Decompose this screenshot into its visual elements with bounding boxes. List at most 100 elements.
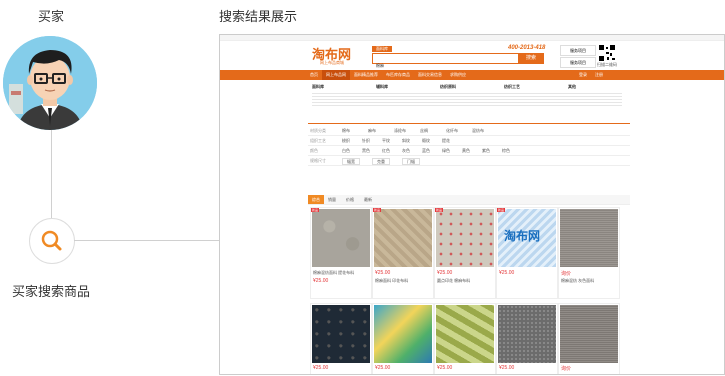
filter-option[interactable]: 黑色 bbox=[362, 148, 370, 153]
filter-option[interactable]: 针织 bbox=[362, 138, 370, 143]
filter-option[interactable]: 化纤布 bbox=[446, 128, 458, 133]
sort-tab-new[interactable]: 最新 bbox=[364, 197, 372, 202]
filter-option[interactable]: 灰色 bbox=[402, 148, 410, 153]
filter-option[interactable]: 缎纹 bbox=[422, 138, 430, 143]
search-input[interactable]: 棉麻 bbox=[372, 53, 520, 68]
product-card[interactable]: 新品 ¥25.00 棉麻面料 印花布料 bbox=[372, 207, 434, 299]
filter-option[interactable]: 丝绸 bbox=[420, 128, 428, 133]
filter-option[interactable]: 斜纹 bbox=[402, 138, 410, 143]
product-price: 询价 bbox=[561, 366, 572, 372]
search-input-value: 棉麻 bbox=[376, 63, 384, 68]
sort-tab-default[interactable]: 综合 bbox=[308, 195, 324, 204]
top-utility-bar bbox=[220, 35, 724, 41]
category-head-1[interactable]: 面料库 bbox=[312, 84, 324, 89]
filter-option[interactable]: 棉布 bbox=[342, 128, 350, 133]
filter-select[interactable]: 克重 bbox=[372, 158, 390, 165]
nav-item-featured[interactable]: 面料精品推荐 bbox=[350, 70, 382, 80]
product-image[interactable] bbox=[436, 209, 494, 267]
product-image[interactable] bbox=[560, 305, 618, 363]
service-link-1[interactable]: 服务项目 bbox=[560, 45, 596, 56]
nav-item-purchase[interactable]: 求购供应 bbox=[446, 70, 470, 80]
product-image[interactable] bbox=[374, 305, 432, 363]
connector-line-vertical bbox=[51, 130, 52, 218]
search-step-circle bbox=[29, 218, 75, 264]
buyer-avatar bbox=[3, 36, 97, 130]
filter-option[interactable]: 涤纶布 bbox=[394, 128, 406, 133]
product-price: ¥25.00 bbox=[499, 365, 515, 371]
product-image[interactable] bbox=[374, 209, 432, 267]
filter-option[interactable]: 提花 bbox=[442, 138, 450, 143]
nav-item-trade[interactable]: 面料交易信息 bbox=[414, 70, 446, 80]
product-price: ¥25.00 bbox=[375, 365, 391, 371]
nav-item-home[interactable]: 首页 bbox=[306, 70, 322, 80]
product-card[interactable]: 新品 棉麻混纺面料 提花布料 ¥25.00 bbox=[310, 207, 372, 299]
avatar-icon bbox=[3, 36, 97, 130]
filter-option[interactable]: 梭织 bbox=[342, 138, 350, 143]
product-card[interactable]: 淘布网 新品 ¥25.00 bbox=[496, 207, 558, 299]
filter-option[interactable]: 白色 bbox=[342, 148, 350, 153]
search-step-label: 买家搜索商品 bbox=[12, 284, 91, 299]
new-badge: 新品 bbox=[311, 208, 320, 212]
filter-header bbox=[308, 117, 630, 124]
filter-select[interactable]: 幅宽 bbox=[342, 158, 360, 165]
product-card[interactable]: ¥25.00 bbox=[434, 303, 496, 374]
product-name[interactable]: 圆点印花 棉麻布料 bbox=[437, 278, 493, 283]
filter-option[interactable]: 红色 bbox=[382, 148, 390, 153]
nav-item-market[interactable]: 网上布品网 bbox=[322, 70, 350, 80]
filter-select[interactable]: 门幅 bbox=[402, 158, 420, 165]
product-image[interactable] bbox=[436, 305, 494, 363]
new-badge: 新品 bbox=[373, 208, 382, 212]
new-badge: 新品 bbox=[497, 208, 506, 212]
hotline-number: 400-2013-418 bbox=[508, 45, 546, 51]
product-card[interactable]: ¥25.00 bbox=[496, 303, 558, 374]
search-icon bbox=[41, 230, 62, 251]
filter-option[interactable]: 蓝色 bbox=[422, 148, 430, 153]
category-head-5[interactable]: 其他 bbox=[568, 84, 576, 89]
filter-row-label: 颜色 bbox=[310, 148, 318, 153]
search-button[interactable]: 搜索 bbox=[518, 53, 544, 64]
product-name[interactable]: 棉麻面料 印花布料 bbox=[375, 278, 431, 283]
qr-caption: 扫描二维码 bbox=[597, 62, 617, 67]
filter-row-material: 材质分类 棉布 麻布 涤纶布 丝绸 化纤布 混纺布 bbox=[308, 126, 630, 136]
product-card[interactable]: ¥25.00 bbox=[372, 303, 434, 374]
result-title: 搜索结果展示 bbox=[219, 9, 298, 24]
product-price: ¥25.00 bbox=[437, 270, 453, 276]
qr-code-icon bbox=[598, 44, 616, 62]
nav-register[interactable]: 注册 bbox=[591, 70, 607, 80]
product-card[interactable]: 询价 bbox=[558, 303, 620, 374]
category-head-4[interactable]: 纺织工艺 bbox=[504, 84, 520, 89]
product-image[interactable] bbox=[312, 209, 370, 267]
product-image[interactable] bbox=[312, 305, 370, 363]
site-logo-sub: 网上布品商城 bbox=[320, 60, 344, 65]
nav-login[interactable]: 登录 bbox=[575, 70, 591, 80]
nav-item-stock[interactable]: 布匹库存商品 bbox=[382, 70, 414, 80]
filter-option[interactable]: 平纹 bbox=[382, 138, 390, 143]
sort-tab-sales[interactable]: 销量 bbox=[328, 197, 336, 202]
product-card[interactable]: ¥25.00 bbox=[310, 303, 372, 374]
product-price: 询价 bbox=[561, 271, 572, 277]
category-links[interactable] bbox=[312, 91, 622, 107]
product-card[interactable]: 新品 ¥25.00 圆点印花 棉麻布料 bbox=[434, 207, 496, 299]
filter-option[interactable]: 绿色 bbox=[442, 148, 450, 153]
product-name[interactable]: 棉麻混纺面料 提花布料 bbox=[313, 270, 369, 275]
category-head-2[interactable]: 辅料库 bbox=[376, 84, 388, 89]
filter-option[interactable]: 棕色 bbox=[502, 148, 510, 153]
buyer-label: 买家 bbox=[38, 9, 65, 24]
product-image[interactable] bbox=[560, 209, 618, 267]
search-scope-tab[interactable]: 面料库 bbox=[372, 46, 392, 52]
product-card[interactable]: 询价 棉麻混纺 灰色面料 bbox=[558, 207, 620, 299]
filter-option[interactable]: 麻布 bbox=[368, 128, 376, 133]
filter-option[interactable]: 黄色 bbox=[462, 148, 470, 153]
filter-option[interactable]: 混纺布 bbox=[472, 128, 484, 133]
sort-bar: 综合 销量 价格 最新 bbox=[308, 195, 630, 205]
connector-line-horizontal bbox=[74, 240, 219, 241]
product-image[interactable] bbox=[498, 305, 556, 363]
service-link-2[interactable]: 服务项目 bbox=[560, 57, 596, 68]
filter-row-size: 规格尺寸 幅宽 克重 门幅 bbox=[308, 156, 630, 166]
product-name[interactable]: 棉麻混纺 灰色面料 bbox=[561, 278, 617, 283]
search-result-screenshot: 淘布网 网上布品商城 面料库 棉麻 搜索 400-2013-418 服务项目 服… bbox=[219, 34, 725, 375]
product-image[interactable]: 淘布网 bbox=[498, 209, 556, 267]
filter-option[interactable]: 紫色 bbox=[482, 148, 490, 153]
category-head-3[interactable]: 纺织原料 bbox=[440, 84, 456, 89]
sort-tab-price[interactable]: 价格 bbox=[346, 197, 354, 202]
